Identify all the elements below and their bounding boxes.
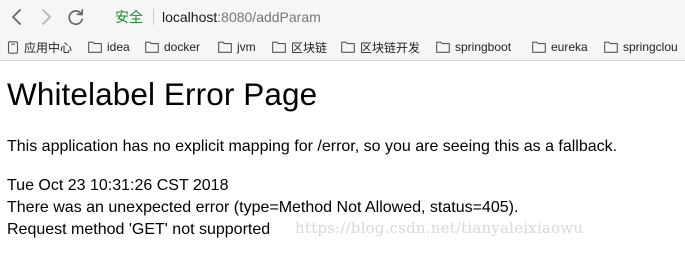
bookmark-folder-jvm[interactable]: jvm	[218, 38, 256, 56]
bookmark-folder-blockchain-dev[interactable]: 区块链开发	[341, 38, 420, 56]
folder-icon	[272, 41, 286, 53]
browser-toolbar: 安全 localhost:8080/addParam	[0, 0, 685, 34]
bookmark-folder-springboot[interactable]: springboot	[436, 38, 511, 56]
chevron-right-icon	[42, 9, 51, 25]
reload-button[interactable]	[65, 6, 87, 28]
bookmark-folder-springcloud[interactable]: springclou	[604, 38, 678, 56]
bookmarks-bar: 应用中心 idea docker jvm 区块链 区块链开发 springboo…	[0, 34, 685, 61]
folder-icon	[145, 41, 159, 53]
bookmark-folder-docker[interactable]: docker	[145, 38, 200, 56]
bookmark-label: 区块链	[291, 40, 328, 55]
error-details: There was an unexpected error (type=Meth…	[7, 199, 519, 216]
bookmark-label: docker	[164, 40, 201, 54]
folder-icon	[436, 41, 450, 53]
folder-icon	[604, 41, 618, 53]
error-timestamp: Tue Oct 23 10:31:26 CST 2018	[7, 177, 229, 194]
back-button[interactable]	[6, 6, 28, 28]
bookmark-label: 区块链开发	[360, 40, 421, 55]
error-description: This application has no explicit mapping…	[7, 138, 618, 155]
security-indicator[interactable]: 安全	[110, 7, 143, 27]
bookmark-folder-idea[interactable]: idea	[88, 38, 130, 56]
folder-icon	[532, 41, 546, 53]
bookmark-label: jvm	[237, 40, 256, 54]
bookmark-label: springboot	[455, 40, 512, 54]
address-separator	[153, 9, 154, 25]
bookmark-folder-blockchain[interactable]: 区块链	[272, 38, 327, 56]
folder-icon	[88, 41, 102, 53]
forward-button[interactable]	[35, 6, 57, 28]
reload-icon	[68, 8, 84, 26]
bookmark-label: 应用中心	[24, 40, 73, 55]
bookmark-label: idea	[107, 40, 130, 54]
bookmark-folder-eureka[interactable]: eureka	[532, 38, 588, 56]
folder-icon	[341, 41, 355, 53]
address-bar[interactable]: 安全 localhost:8080/addParam	[110, 4, 321, 30]
bookmark-label: springclou	[623, 40, 678, 54]
url-path: :8080/addParam	[217, 9, 321, 25]
folder-icon	[218, 41, 232, 53]
watermark: https://blog.csdn.net/tianyaleixiaowu	[295, 219, 584, 237]
page-title: Whitelabel Error Page	[7, 76, 318, 112]
apps-icon	[7, 40, 19, 54]
url-host: localhost	[162, 9, 218, 25]
bookmark-apps[interactable]: 应用中心	[7, 38, 72, 56]
chevron-left-icon	[12, 9, 21, 25]
request-method-message: Request method 'GET' not supported	[7, 221, 271, 238]
bookmark-label: eureka	[551, 40, 588, 54]
